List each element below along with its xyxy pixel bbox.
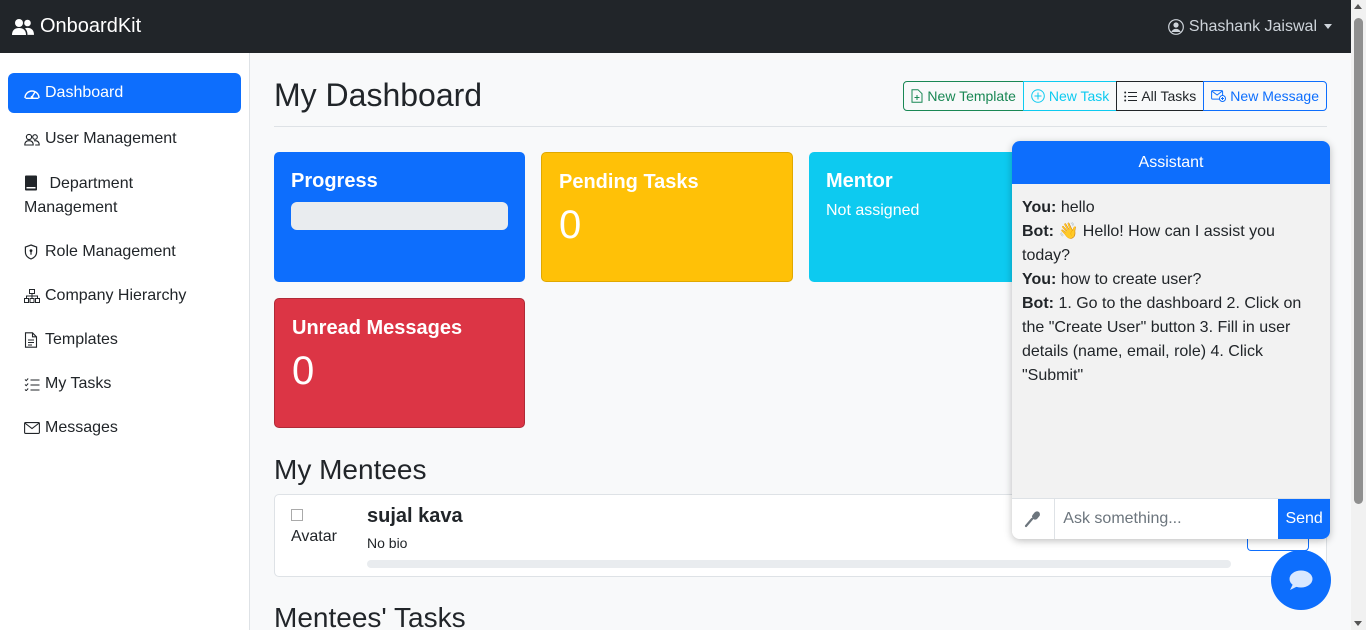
chat-bubble-icon	[1289, 570, 1313, 590]
chat-message: Bot: 👋 Hello! How can I assist you today…	[1022, 220, 1320, 268]
sidebar-item-label: My Tasks	[45, 375, 112, 392]
chat-text: 1. Go to the dashboard 2. Click on the "…	[1022, 295, 1302, 384]
unread-messages-card: Unread Messages 0	[274, 298, 525, 428]
chat-input[interactable]	[1054, 499, 1279, 539]
sidebar-item-label: User Management	[45, 130, 177, 147]
avatar: Avatar	[291, 509, 351, 546]
chat-sender: Bot:	[1022, 295, 1054, 312]
user-menu[interactable]: Shashank Jaiswal	[1168, 18, 1332, 36]
microphone-button[interactable]	[1012, 499, 1054, 539]
progress-card: Progress	[274, 152, 525, 282]
people-icon	[12, 18, 34, 35]
document-icon	[24, 328, 40, 352]
scrollbar-thumb[interactable]	[1354, 18, 1363, 504]
chat-message: You: hello	[1022, 196, 1320, 220]
sidebar-item-dashboard[interactable]: Dashboard	[8, 73, 241, 113]
new-template-button[interactable]: New Template	[903, 81, 1024, 111]
envelope-plus-icon	[1211, 90, 1227, 102]
pending-tasks-count: 0	[559, 203, 582, 247]
chat-messages: You: hello Bot: 👋 Hello! How can I assis…	[1012, 184, 1330, 498]
page-scrollbar[interactable]	[1351, 0, 1366, 630]
pending-tasks-card: Pending Tasks 0	[541, 152, 793, 282]
chat-sender: Bot:	[1022, 223, 1054, 240]
new-message-label: New Message	[1230, 88, 1319, 104]
new-task-button[interactable]: New Task	[1022, 81, 1118, 111]
top-navbar: OnboardKit Shashank Jaiswal	[0, 0, 1366, 53]
sidebar-item-my-tasks[interactable]: My Tasks	[8, 362, 241, 406]
sidebar: Dashboard User Management Department Man…	[0, 53, 250, 630]
avatar-alt-text: Avatar	[291, 528, 337, 545]
chat-text: hello	[1060, 199, 1095, 216]
progress-title: Progress	[291, 170, 378, 192]
sidebar-item-label: Role Management	[45, 243, 176, 260]
sidebar-item-label: Messages	[45, 419, 118, 436]
pending-tasks-title: Pending Tasks	[559, 171, 699, 193]
speedometer-icon	[24, 81, 40, 105]
file-plus-icon	[911, 89, 923, 103]
all-tasks-label: All Tasks	[1141, 88, 1197, 104]
chat-header: Assistant	[1012, 141, 1330, 184]
unread-messages-title: Unread Messages	[292, 317, 463, 339]
chat-message: You: how to create user?	[1022, 268, 1320, 292]
book-icon	[24, 171, 40, 195]
page-header: My Dashboard New Template New Task All T…	[274, 75, 1327, 127]
sidebar-item-department-management[interactable]: Department Management	[8, 161, 241, 230]
sidebar-item-role-management[interactable]: Role Management	[8, 230, 241, 274]
new-task-label: New Task	[1048, 88, 1110, 104]
mentee-name: sujal kava	[367, 505, 463, 527]
hierarchy-icon	[24, 284, 40, 308]
all-tasks-button[interactable]: All Tasks	[1116, 81, 1205, 111]
list-icon	[1124, 91, 1138, 101]
sidebar-item-user-management[interactable]: User Management	[8, 117, 241, 161]
plus-circle-icon	[1031, 89, 1045, 103]
page-title: My Dashboard	[274, 77, 483, 113]
sidebar-item-label: Company Hierarchy	[45, 287, 187, 304]
microphone-icon	[1025, 511, 1041, 528]
mentee-progress-bar	[367, 560, 1231, 568]
sidebar-item-label: Templates	[45, 331, 118, 348]
chevron-down-icon	[1324, 24, 1332, 29]
sidebar-item-templates[interactable]: Templates	[8, 318, 241, 362]
chat-toggle-button[interactable]	[1271, 550, 1331, 610]
chat-message: Bot: 1. Go to the dashboard 2. Click on …	[1022, 292, 1320, 388]
assistant-chat-panel: Assistant You: hello Bot: 👋 Hello! How c…	[1012, 141, 1330, 539]
new-message-button[interactable]: New Message	[1203, 81, 1327, 111]
chat-input-row: Send	[1012, 498, 1330, 539]
unread-messages-count: 0	[292, 349, 315, 393]
chat-sender: You:	[1022, 271, 1057, 288]
mentee-bio: No bio	[367, 535, 408, 551]
progress-bar	[291, 202, 508, 230]
user-circle-icon	[1168, 18, 1184, 35]
list-check-icon	[24, 372, 40, 396]
sidebar-item-messages[interactable]: Messages	[8, 406, 241, 450]
sidebar-item-label: Department Management	[24, 175, 134, 216]
action-button-group: New Template New Task All Tasks New Mess…	[903, 81, 1327, 111]
scroll-up-icon[interactable]	[1354, 4, 1362, 9]
sidebar-item-label: Dashboard	[45, 84, 124, 101]
people-icon	[24, 127, 40, 151]
chat-text: how to create user?	[1060, 271, 1202, 288]
scroll-down-icon[interactable]	[1354, 621, 1362, 626]
send-button[interactable]: Send	[1278, 499, 1330, 539]
envelope-icon	[24, 416, 40, 440]
shield-icon	[24, 240, 40, 264]
sidebar-item-company-hierarchy[interactable]: Company Hierarchy	[8, 274, 241, 318]
chat-sender: You:	[1022, 199, 1057, 216]
brand-label: OnboardKit	[40, 15, 142, 37]
mentees-tasks-heading: Mentees' Tasks	[274, 602, 466, 630]
new-template-label: New Template	[927, 88, 1016, 104]
mentees-heading: My Mentees	[274, 454, 427, 485]
user-name: Shashank Jaiswal	[1188, 17, 1317, 35]
brand[interactable]: OnboardKit	[12, 15, 141, 38]
chat-text: 👋 Hello! How can I assist you today?	[1022, 223, 1275, 264]
broken-image-icon	[291, 509, 303, 521]
